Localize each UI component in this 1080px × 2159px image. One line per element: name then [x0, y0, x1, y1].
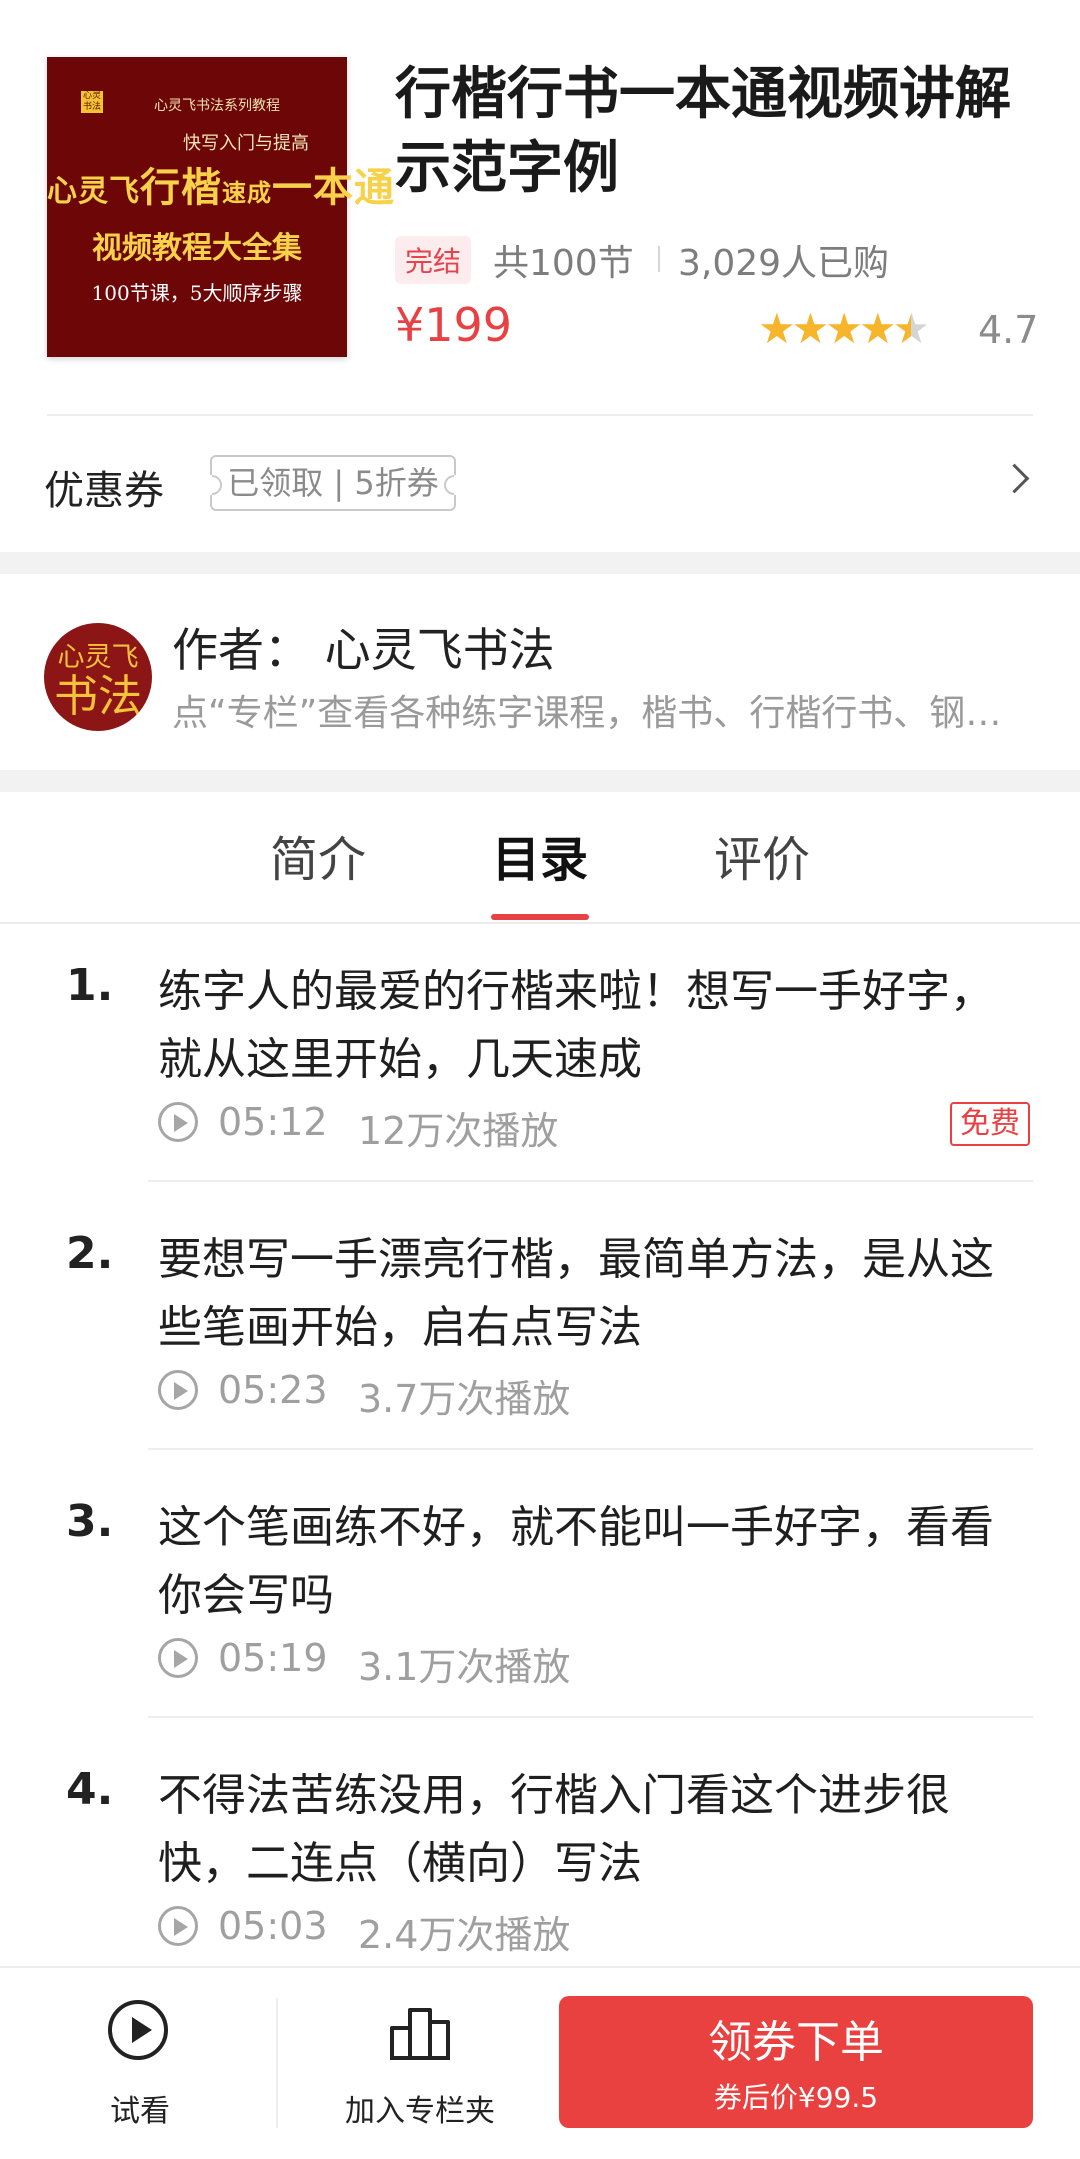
avatar-text-bottom: 书法	[54, 671, 142, 722]
cover-main-small: 速成	[222, 178, 272, 207]
course-price: ¥199	[395, 298, 513, 352]
lesson-title: 这个笔画练不好，就不能叫一手好字，看看你会写吗	[158, 1502, 994, 1621]
play-icon	[158, 1102, 198, 1142]
coupon-tag[interactable]: 已领取 | 5折券	[210, 455, 456, 511]
section-gap	[0, 770, 1080, 792]
star-icon: ★	[858, 304, 897, 353]
cover-main-left: 心灵飞	[47, 174, 140, 209]
play-icon	[158, 1370, 198, 1410]
play-icon	[158, 1906, 198, 1946]
lesson-duration: 05:12	[218, 1100, 328, 1144]
claim-coupon-order-button[interactable]: 领券下单 券后价¥99.5	[559, 1996, 1033, 2128]
trial-button[interactable]: 试看	[60, 1990, 220, 2140]
lesson-plays: 3.1万次播放	[358, 1645, 571, 1689]
lesson-number: 3.	[66, 1496, 114, 1547]
rating-score: 4.7	[978, 308, 1039, 352]
cover-subtitle: 快写入门与提高	[183, 133, 309, 154]
order-price-after-coupon: 券后价¥99.5	[713, 2081, 879, 2114]
course-cover-image[interactable]: 心灵书法 心灵飞书法系列教程 快写入门与提高 心灵飞行楷速成一本通 视频教程大全…	[47, 57, 394, 357]
lesson-item[interactable]: 1. 练字人的最爱的行楷来啦！想写一手好字，就从这里开始，几天速成 05:12 …	[0, 958, 1080, 1182]
trial-label: 试看	[110, 2094, 170, 2129]
lesson-title: 要想写一手漂亮行楷，最简单方法，是从这些笔画开始，启右点写法	[158, 1234, 994, 1353]
add-to-column-label: 加入专栏夹	[345, 2094, 495, 2129]
lesson-title: 练字人的最爱的行楷来啦！想写一手好字，就从这里开始，几天速成	[158, 966, 994, 1085]
lesson-title: 不得法苦练没用，行楷入门看这个进步很快，二连点（横向）写法	[158, 1770, 950, 1889]
tab-reviews[interactable]: 评价	[714, 820, 810, 890]
order-label: 领券下单	[708, 2017, 884, 2068]
rating-stars: ★★★★★	[758, 304, 931, 353]
lesson-duration: 05:03	[218, 1904, 328, 1948]
section-gap	[0, 552, 1080, 574]
lesson-item[interactable]: 4. 不得法苦练没用，行楷入门看这个进步很快，二连点（横向）写法 05:03 2…	[0, 1762, 1080, 1962]
course-title: 行楷行书一本通视频讲解示范字例	[395, 62, 1011, 201]
divider	[0, 922, 1080, 924]
lesson-plays: 12万次播放	[358, 1109, 559, 1153]
cover-line3: 视频教程大全集	[92, 231, 302, 266]
free-badge: 免费	[950, 1102, 1030, 1146]
coupon-label: 优惠券	[44, 468, 164, 514]
tab-catalog[interactable]: 目录	[492, 820, 588, 890]
cover-line4: 100节课，5大顺序步骤	[91, 281, 303, 305]
lesson-duration: 05:23	[218, 1368, 328, 1412]
lesson-count: 共100节	[493, 243, 634, 284]
author-avatar[interactable]: 心灵飞 书法	[44, 623, 152, 731]
star-icon: ★	[791, 304, 830, 353]
avatar-text-top: 心灵飞	[57, 642, 139, 673]
lesson-number: 1.	[66, 960, 114, 1011]
lesson-number: 2.	[66, 1228, 114, 1279]
star-icon: ★	[825, 304, 863, 353]
lesson-plays: 2.4万次播放	[358, 1913, 571, 1957]
lesson-item[interactable]: 2. 要想写一手漂亮行楷，最简单方法，是从这些笔画开始，启右点写法 05:23 …	[0, 1226, 1080, 1450]
meta-divider	[658, 246, 660, 272]
bottom-action-bar: 试看 加入专栏夹 领券下单 券后价¥99.5	[0, 1966, 1080, 2159]
divider	[47, 414, 1033, 416]
cover-main-right: 一本通	[272, 164, 395, 211]
cover-main-mid: 行楷	[140, 164, 222, 211]
divider	[148, 1716, 1033, 1718]
bookshelf-icon	[390, 2008, 450, 2060]
lesson-item[interactable]: 3. 这个笔画练不好，就不能叫一手好字，看看你会写吗 05:19 3.1万次播放	[0, 1494, 1080, 1718]
buyers-count: 3,029人已购	[678, 243, 890, 284]
cover-series-text: 心灵飞书法系列教程	[154, 98, 280, 114]
tab-active-indicator	[491, 914, 589, 920]
author-description: 点“专栏”查看各种练字课程，楷书、行楷行书、钢笔字…	[172, 693, 1012, 734]
lesson-duration: 05:19	[218, 1636, 328, 1680]
divider	[148, 1448, 1033, 1450]
divider	[148, 1180, 1033, 1182]
half-star-icon: ★	[892, 304, 931, 353]
cover-main-title: 心灵飞行楷速成一本通	[47, 155, 394, 213]
author-name[interactable]: 作者： 心灵飞书法	[172, 614, 555, 680]
play-icon	[158, 1638, 198, 1678]
add-to-column-button[interactable]: 加入专栏夹	[330, 1990, 510, 2140]
lesson-number: 4.	[66, 1764, 114, 1815]
divider	[276, 1998, 278, 2128]
tab-intro[interactable]: 简介	[270, 820, 366, 890]
star-icon: ★	[758, 304, 796, 353]
lesson-plays: 3.7万次播放	[358, 1377, 571, 1421]
play-circle-icon	[108, 2000, 168, 2060]
status-badge: 完结	[395, 236, 472, 284]
